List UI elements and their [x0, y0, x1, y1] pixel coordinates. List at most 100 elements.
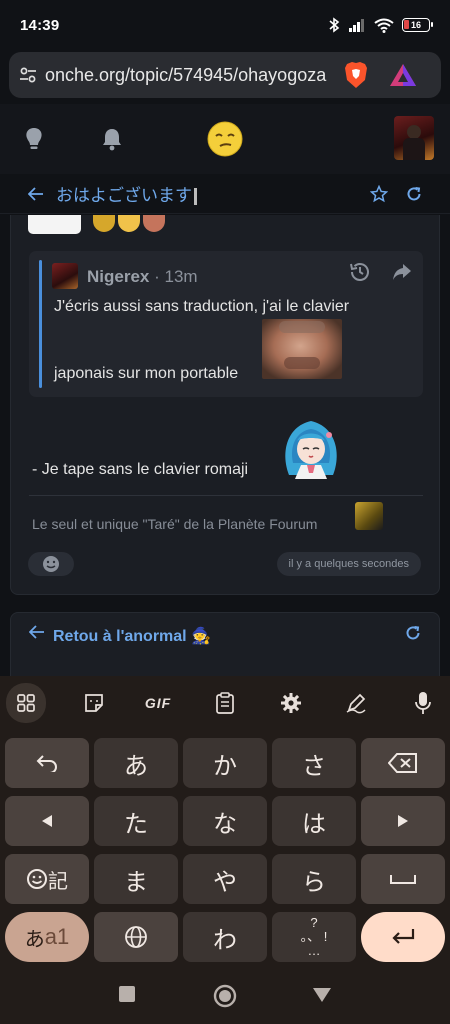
- post-timestamp: il y a quelques secondes: [276, 552, 421, 576]
- punct-bottom: …: [307, 943, 321, 959]
- lightbulb-icon[interactable]: [20, 125, 48, 153]
- wifi-icon: [374, 18, 394, 33]
- brave-shield-icon[interactable]: [343, 61, 369, 89]
- quote-bar: [39, 260, 42, 388]
- kana-key-ka[interactable]: か: [183, 738, 267, 788]
- site-settings-icon[interactable]: [19, 66, 37, 84]
- signature-text: Le seul et unique "Taré" de la Planète F…: [32, 516, 318, 532]
- system-nav-bar: [0, 972, 450, 1024]
- quote-time: 13m: [164, 267, 198, 286]
- emoji-kanji-key[interactable]: 記: [5, 854, 89, 904]
- quote-meta: Nigerex · 13m: [87, 267, 198, 287]
- undo-key[interactable]: [5, 738, 89, 788]
- left-triangle-icon: [42, 815, 52, 827]
- space-key[interactable]: [361, 854, 445, 904]
- battery-level: 16: [410, 20, 421, 30]
- status-time: 14:39: [20, 16, 60, 34]
- text-cursor: [194, 188, 197, 206]
- quote-separator: ·: [154, 267, 160, 286]
- signature-image: [355, 502, 383, 530]
- kana-key-ra[interactable]: ら: [272, 854, 356, 904]
- punctuation-key[interactable]: ? 。、 ! …: [272, 912, 356, 962]
- microphone-icon[interactable]: [404, 684, 442, 722]
- topic-title-text: おはよございます: [56, 186, 192, 205]
- kana-key-ha[interactable]: は: [272, 796, 356, 846]
- punct-mid: 。、 !: [300, 928, 328, 944]
- quote-text-line-2: japonais sur mon portable: [54, 365, 239, 382]
- refresh-icon[interactable]: [406, 186, 422, 202]
- backspace-key[interactable]: [361, 738, 445, 788]
- right-triangle-icon: [398, 815, 408, 827]
- history-icon[interactable]: [349, 261, 371, 283]
- emoji-badge-icon: [118, 215, 140, 232]
- signal-icon: [349, 19, 364, 32]
- kana-key-a[interactable]: あ: [94, 738, 178, 788]
- topic-bar: おはよございます: [0, 174, 450, 214]
- clipboard-icon[interactable]: [206, 684, 244, 722]
- bluetooth-icon: [329, 17, 340, 33]
- status-bar: 14:39 16: [0, 0, 450, 50]
- reaction-button[interactable]: [28, 552, 74, 576]
- kana-key-ma[interactable]: ま: [94, 854, 178, 904]
- globe-key[interactable]: [94, 912, 178, 962]
- sticker-image: [262, 319, 342, 379]
- japanese-keyboard: GIF あ か さ た な は 記 ま や ら あ a1 わ ? 。、 ! …: [0, 676, 450, 972]
- url-text[interactable]: onche.org/topic/574945/ohayogoza: [45, 65, 333, 86]
- post-card: Nigerex · 13m J'écris aussi sans traduct…: [10, 215, 440, 595]
- keyboard-toolbar: GIF: [0, 676, 450, 731]
- quote-author-avatar[interactable]: [52, 263, 78, 289]
- quote-author[interactable]: Nigerex: [87, 267, 149, 286]
- smiley-react-icon: [43, 556, 59, 572]
- share-arrow-icon[interactable]: [391, 261, 413, 283]
- undo-icon: [36, 755, 57, 772]
- kanji-label: 記: [48, 870, 68, 893]
- star-icon[interactable]: [370, 184, 388, 203]
- post-body-text: - Je tape sans le clavier romaji: [32, 461, 249, 478]
- bell-icon[interactable]: [98, 125, 126, 153]
- space-icon: [390, 875, 416, 884]
- handwriting-icon[interactable]: [337, 684, 375, 722]
- screen: 14:39 16 onche.org/topic/574945/ohayogoz…: [0, 0, 450, 1024]
- kana-key-ya[interactable]: や: [183, 854, 267, 904]
- gif-button[interactable]: GIF: [139, 684, 177, 722]
- kana-key-na[interactable]: な: [183, 796, 267, 846]
- back-arrow-icon[interactable]: [29, 625, 45, 639]
- punct-top: ?: [310, 914, 318, 930]
- cursor-left-key[interactable]: [5, 796, 89, 846]
- status-icons: 16: [328, 17, 433, 33]
- enter-key[interactable]: [361, 912, 445, 962]
- mode-latin-label: a1: [44, 924, 70, 949]
- emoji-icon: [27, 869, 47, 889]
- gif-label: GIF: [144, 695, 172, 711]
- badge-list: [93, 215, 165, 232]
- kana-key-ta[interactable]: た: [94, 796, 178, 846]
- profile-avatar[interactable]: [394, 116, 434, 160]
- next-topic-title[interactable]: Retou à l'anormal 🧙: [53, 626, 211, 646]
- author-badge-chip: [28, 215, 81, 234]
- brave-rewards-icon[interactable]: [389, 63, 417, 87]
- back-triangle-icon[interactable]: [312, 987, 332, 1003]
- backspace-icon: [388, 753, 417, 773]
- quote-text-line-1: J'écris aussi sans traduction, j'ai le c…: [54, 298, 350, 315]
- signature-divider: [29, 495, 423, 496]
- anime-girl-sticker: [285, 421, 337, 479]
- apps-grid-icon[interactable]: [6, 683, 46, 723]
- mode-switch-key[interactable]: あ a1: [5, 912, 89, 962]
- topic-title[interactable]: おはよございます: [56, 181, 197, 206]
- refresh-icon[interactable]: [405, 625, 421, 641]
- kana-key-sa[interactable]: さ: [272, 738, 356, 788]
- back-arrow-icon[interactable]: [28, 186, 44, 201]
- donut-badge-icon: [143, 215, 165, 232]
- onche-smiley-logo[interactable]: [207, 121, 243, 157]
- mode-kana-label: あ: [24, 928, 45, 951]
- quote-box: Nigerex · 13m J'écris aussi sans traduct…: [29, 251, 423, 397]
- home-circle-icon[interactable]: [213, 984, 237, 1008]
- gear-icon[interactable]: [272, 684, 310, 722]
- kana-key-wa[interactable]: わ: [183, 912, 267, 962]
- sticker-icon[interactable]: [75, 684, 113, 722]
- topic-actions: [370, 184, 422, 203]
- recents-square-icon[interactable]: [118, 985, 136, 1003]
- globe-icon: [125, 926, 147, 948]
- address-bar[interactable]: onche.org/topic/574945/ohayogoza: [9, 52, 441, 98]
- cursor-right-key[interactable]: [361, 796, 445, 846]
